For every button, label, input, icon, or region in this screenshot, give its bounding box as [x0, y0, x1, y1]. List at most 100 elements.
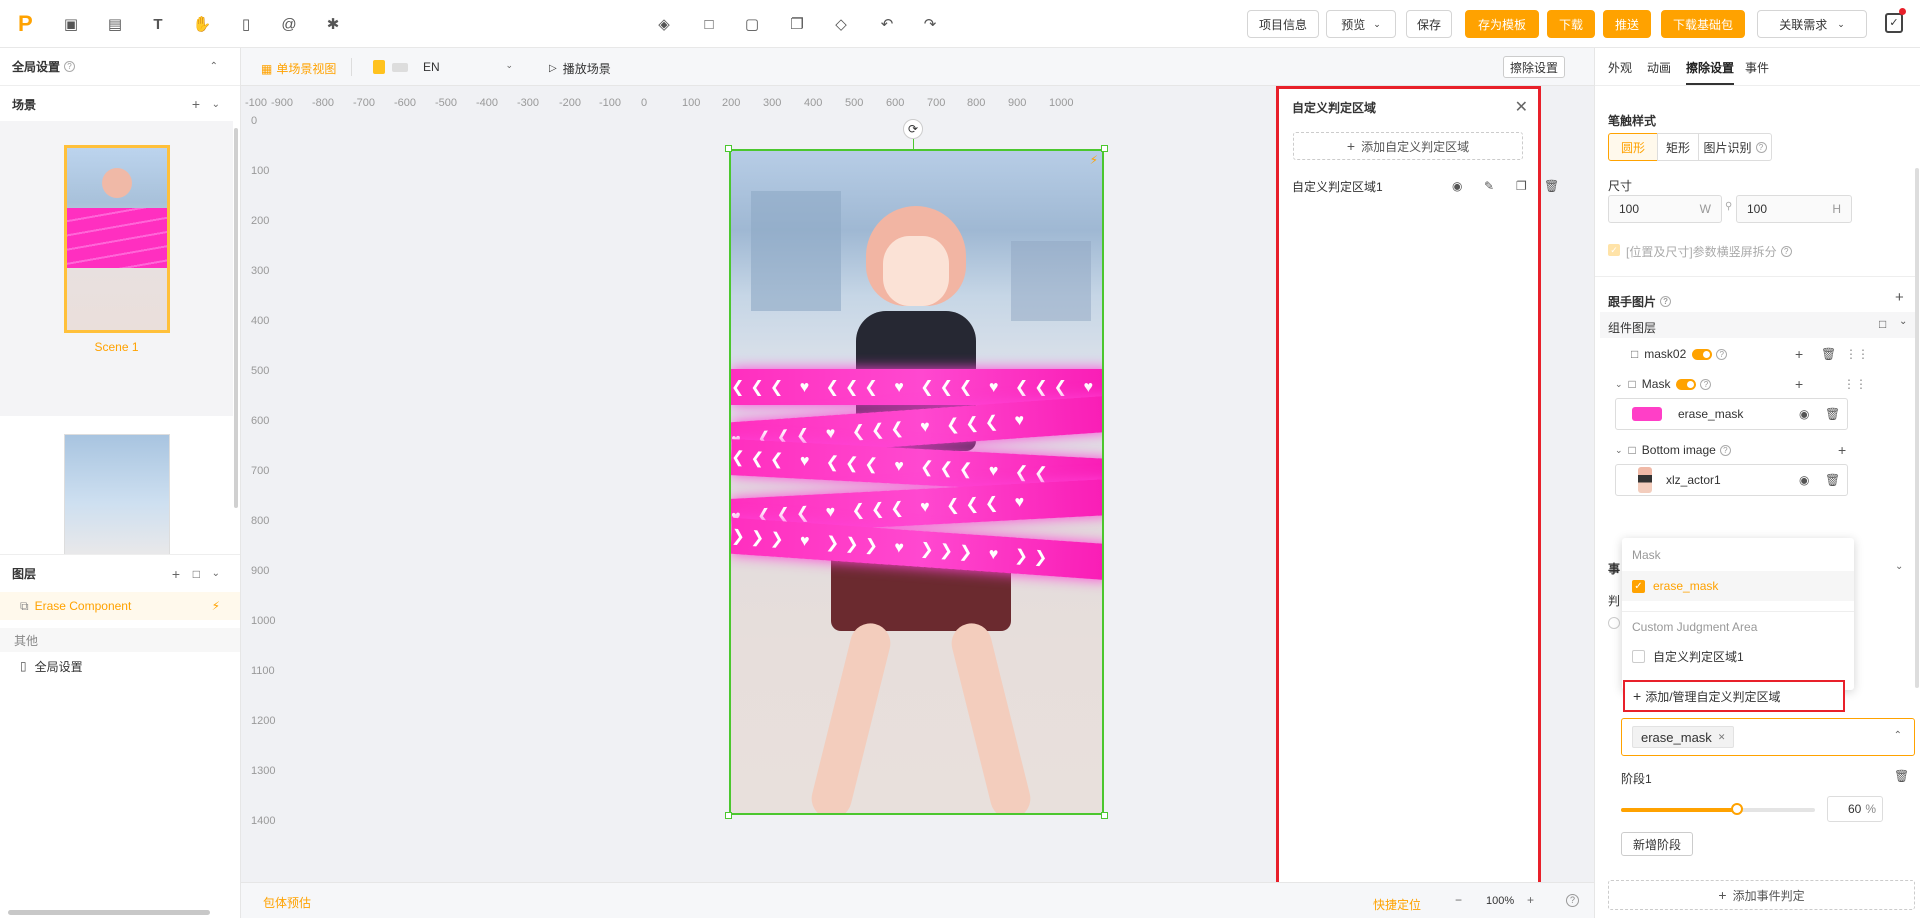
package-estimate-link[interactable]: 包体预估 — [263, 894, 311, 911]
resize-handle[interactable] — [725, 145, 732, 152]
project-info-button[interactable]: 项目信息 — [1247, 10, 1319, 38]
layout-icon[interactable]: ▤ — [105, 14, 125, 34]
add-event-button[interactable]: + 添加事件判定 — [1608, 880, 1915, 910]
dropdown-option-erase-mask[interactable]: ✓ erase_mask — [1622, 571, 1854, 601]
chevron-down-icon[interactable]: ⌄ — [1615, 379, 1623, 390]
brush-option-rect[interactable]: 矩形 — [1657, 133, 1699, 161]
right-scrollbar[interactable] — [1915, 168, 1919, 688]
chevron-up-icon[interactable]: ⌃ — [1894, 730, 1902, 741]
scene-artboard[interactable]: ❮❮❮ ♥ ❮❮❮ ♥ ❮❮❮ ♥ ❮❮❮ ♥ ♥ ❮❮❮ ♥ ❮❮❮ ♥ ❮❮… — [729, 149, 1104, 815]
stage-slider-thumb[interactable] — [1731, 803, 1744, 815]
split-params-checkbox[interactable]: ✓ — [1608, 244, 1620, 256]
single-view-tab[interactable]: ▦ 单场景视图 — [261, 60, 336, 77]
custom-area-item[interactable]: 自定义判定区域1 ◉ ✎ ❐ 🗑 — [1292, 176, 1559, 196]
phone-icon[interactable]: ▯ — [236, 14, 256, 34]
tab-events[interactable]: 事件 — [1745, 59, 1769, 76]
color-swatch-gray[interactable] — [392, 63, 408, 72]
stage-slider-track[interactable] — [1621, 808, 1815, 812]
manage-custom-area-button[interactable]: + 添加/管理自定义判定区域 — [1623, 680, 1845, 712]
dropdown-option-custom-area[interactable]: 自定义判定区域1 — [1622, 641, 1854, 671]
at-icon[interactable]: @ — [279, 14, 299, 34]
delete-icon[interactable]: 🗑 — [1825, 407, 1840, 421]
add-scene-icon[interactable]: + — [192, 96, 200, 112]
clipboard-check-icon[interactable]: ✓ — [1885, 13, 1903, 33]
tab-appearance[interactable]: 外观 — [1608, 59, 1632, 76]
lock-icon[interactable]: ⚲ — [1725, 201, 1732, 212]
app-logo[interactable]: P — [18, 13, 38, 35]
layer-bottom-image[interactable]: ⌄ □ Bottom image ? + — [1615, 442, 1915, 458]
add-stage-button[interactable]: 新增阶段 — [1621, 832, 1693, 856]
tab-animation[interactable]: 动画 — [1647, 59, 1671, 76]
chevron-down-icon[interactable]: ⌄ — [1615, 445, 1623, 456]
eye-icon[interactable]: ◉ — [1799, 407, 1809, 421]
resize-handle[interactable] — [1101, 812, 1108, 819]
edit-icon[interactable]: ✎ — [1484, 179, 1494, 193]
checkbox-unchecked[interactable] — [1632, 649, 1645, 663]
add-icon[interactable]: + — [1795, 376, 1803, 392]
layer-erase-mask[interactable]: erase_mask ◉ 🗑 — [1615, 398, 1848, 430]
zoom-out-button[interactable]: − — [1455, 893, 1462, 907]
delete-stage-icon[interactable]: 🗑 — [1894, 769, 1909, 783]
folder-open-icon[interactable]: ▢ — [742, 14, 762, 34]
eye-icon[interactable]: ◉ — [1452, 179, 1462, 193]
push-button[interactable]: 推送 — [1603, 10, 1651, 38]
radio-button[interactable] — [1608, 617, 1620, 629]
layer-mask02[interactable]: □ mask02 ? + 🗑 ⋮⋮ — [1631, 346, 1911, 362]
brush-option-circle[interactable]: 圆形 — [1608, 133, 1658, 161]
copy-icon[interactable]: ❐ — [787, 14, 807, 34]
delete-icon[interactable]: 🗑 — [1825, 473, 1840, 487]
folder-icon[interactable]: □ — [699, 14, 719, 34]
rotate-handle[interactable]: ⟳ — [903, 119, 923, 139]
eye-icon[interactable]: ◉ — [1799, 473, 1809, 487]
close-icon[interactable]: ✕ — [1718, 732, 1726, 743]
brush-option-image[interactable]: 图片识别? — [1698, 133, 1772, 161]
scene1-thumbnail[interactable] — [64, 145, 170, 333]
delete-icon[interactable]: 🗑 — [1821, 347, 1836, 361]
layer-mask[interactable]: ⌄ □ Mask ? + ⋮⋮ — [1615, 376, 1915, 392]
chevron-down-icon[interactable]: ⌄ — [1899, 316, 1907, 327]
chevron-down-icon[interactable]: ⌄ — [1895, 561, 1903, 572]
height-input[interactable]: 100 H — [1736, 195, 1852, 223]
drag-handle-icon[interactable]: ⋮⋮ — [1843, 377, 1867, 391]
close-icon[interactable]: ✕ — [1515, 97, 1528, 117]
global-settings-item[interactable]: ▯ 全局设置 — [0, 652, 240, 680]
erase-settings-button[interactable]: 擦除设置 — [1503, 56, 1565, 78]
scene-scrollbar[interactable] — [234, 128, 238, 508]
quick-locate-link[interactable]: 快捷定位 — [1373, 896, 1421, 913]
add-icon[interactable]: + — [1838, 442, 1846, 458]
save-template-button[interactable]: 存为模板 — [1465, 10, 1539, 38]
add-layer-icon[interactable]: + — [172, 566, 180, 582]
stage-value-input[interactable]: 60 % — [1827, 796, 1883, 822]
width-input[interactable]: 100 W — [1608, 195, 1722, 223]
inbox-icon[interactable]: ▣ — [61, 14, 81, 34]
copy-icon[interactable]: ❐ — [1516, 179, 1527, 193]
drag-handle-icon[interactable]: ⋮⋮ — [1845, 347, 1869, 361]
add-icon[interactable]: + — [1795, 346, 1803, 362]
checkbox-checked[interactable]: ✓ — [1632, 579, 1645, 593]
collapse-icon[interactable]: ⌃ — [210, 61, 218, 72]
undo-icon[interactable]: ↶ — [877, 14, 897, 34]
tab-erase-settings[interactable]: 擦除设置 — [1686, 59, 1734, 76]
add-follow-image-icon[interactable]: + — [1895, 289, 1904, 306]
layer-xlz-actor[interactable]: xlz_actor1 ◉ 🗑 — [1615, 464, 1848, 496]
link-requirement-button[interactable]: 关联需求 ⌄ — [1757, 10, 1867, 38]
preview-button[interactable]: 预览 ⌄ — [1326, 10, 1396, 38]
delete-icon[interactable]: 🗑 — [1544, 179, 1559, 193]
play-scene-button[interactable]: ▷ 播放场景 — [549, 60, 611, 77]
lang-select[interactable]: EN ⌄ — [423, 60, 513, 74]
mask02-toggle[interactable] — [1692, 348, 1713, 360]
save-button[interactable]: 保存 — [1406, 10, 1452, 38]
target-select[interactable]: erase_mask ✕ ⌃ — [1621, 718, 1915, 756]
eraser-icon[interactable]: ◇ — [831, 14, 851, 34]
help-icon[interactable]: ? — [1566, 894, 1579, 907]
plugin-icon[interactable]: ✱ — [323, 14, 343, 34]
folder-icon[interactable]: □ — [1879, 317, 1886, 331]
mask-toggle[interactable] — [1676, 378, 1697, 390]
folder-icon[interactable]: □ — [193, 567, 200, 581]
global-settings-row[interactable]: 全局设置 ? ⌃ — [0, 48, 240, 86]
erase-component-layer[interactable]: ⧉ Erase Component ⚡ — [0, 592, 240, 620]
download-base-button[interactable]: 下载基础包 — [1661, 10, 1745, 38]
download-button[interactable]: 下载 — [1547, 10, 1595, 38]
text-icon[interactable]: T — [148, 14, 168, 34]
zoom-in-button[interactable]: + — [1527, 893, 1534, 907]
